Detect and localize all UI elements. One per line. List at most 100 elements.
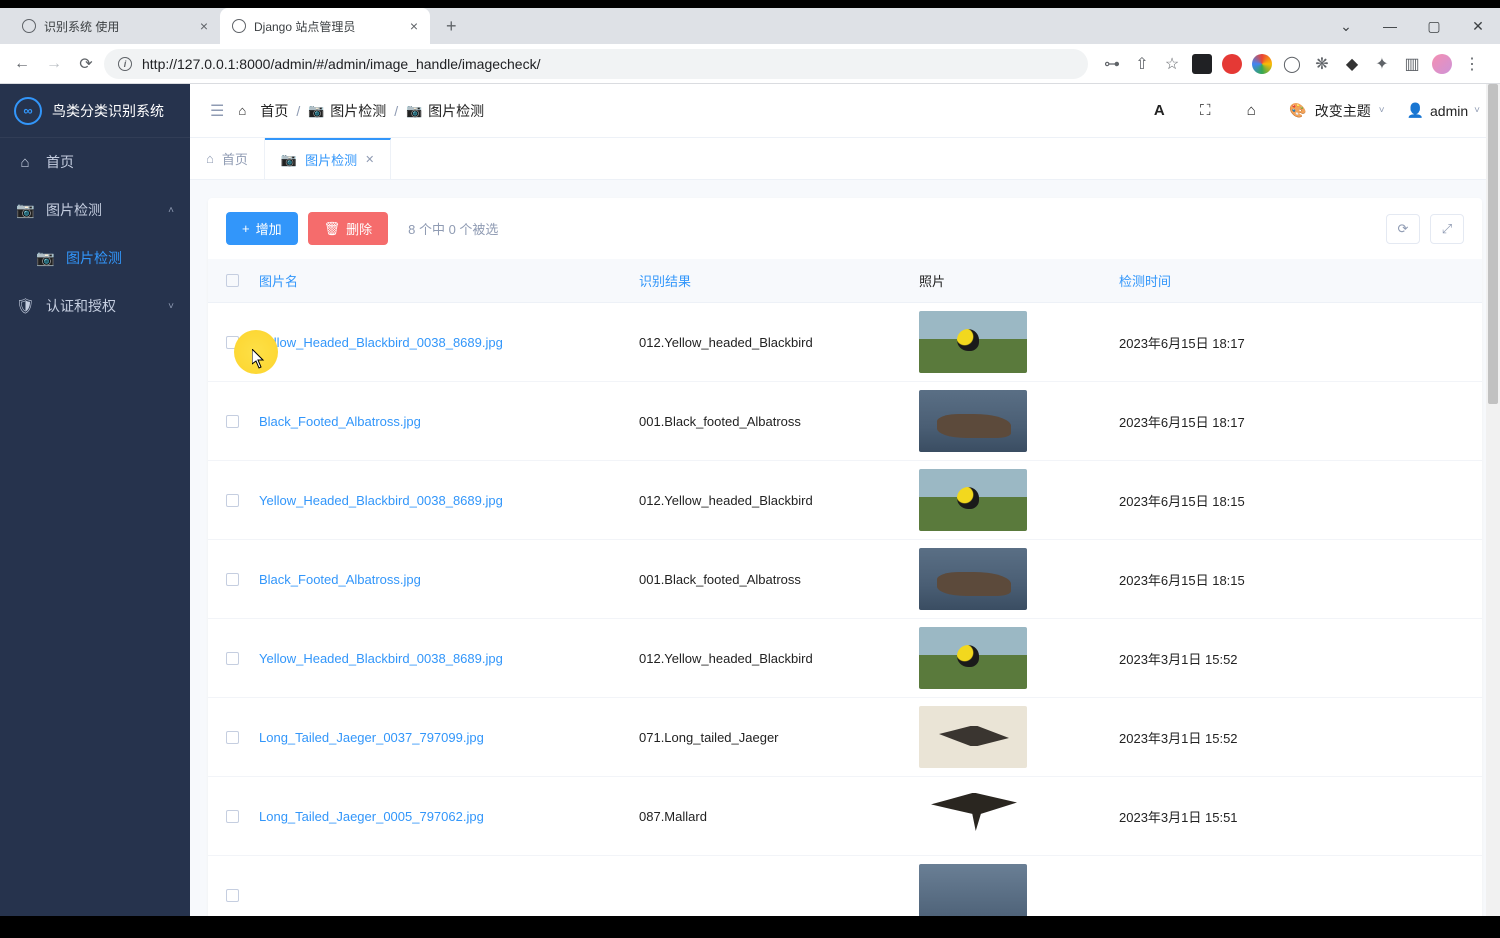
content-tab-image-detect[interactable]: 📷 图片检测 ✕ bbox=[265, 138, 391, 179]
user-avatar[interactable] bbox=[1432, 54, 1452, 74]
menu-toggle-icon[interactable]: ☰ bbox=[210, 101, 224, 121]
reload-icon[interactable]: ⟳ bbox=[72, 50, 100, 78]
checkbox-icon[interactable] bbox=[226, 731, 239, 744]
table-row: Yellow_Headed_Blackbird_0038_8689.jpg012… bbox=[208, 461, 1482, 540]
browser-menu-icon[interactable]: ⋮ bbox=[1462, 54, 1482, 74]
button-label: 增加 bbox=[256, 219, 282, 238]
thumbnail-image[interactable] bbox=[919, 469, 1027, 531]
back-icon[interactable]: ← bbox=[8, 50, 36, 78]
filename-link[interactable]: Black_Footed_Albatross.jpg bbox=[259, 572, 421, 587]
thumbnail-image[interactable] bbox=[919, 706, 1027, 768]
close-icon[interactable]: × bbox=[410, 18, 418, 34]
sidebar-item-image-detect[interactable]: 📷 图片检测 ˄ bbox=[0, 186, 190, 234]
filename-link[interactable]: Long_Tailed_Jaeger_0005_797062.jpg bbox=[259, 809, 484, 824]
checkbox-icon[interactable] bbox=[226, 652, 239, 665]
minimize-icon[interactable]: — bbox=[1368, 8, 1412, 44]
thumbnail-image[interactable] bbox=[919, 548, 1027, 610]
sidebar-subitem-image-detect[interactable]: 📷 图片检测 bbox=[20, 234, 190, 282]
row-checkbox-cell[interactable] bbox=[208, 698, 249, 777]
ext-icon-5[interactable]: ❋ bbox=[1312, 54, 1332, 74]
delete-button[interactable]: 🗑 删除 bbox=[308, 212, 389, 245]
camera-icon: 📷 bbox=[281, 152, 297, 168]
row-checkbox-cell[interactable] bbox=[208, 382, 249, 461]
sidebar-brand[interactable]: ∞ 鸟类分类识别系统 bbox=[0, 84, 190, 138]
maximize-icon[interactable]: ▢ bbox=[1412, 8, 1456, 44]
chevron-down-icon: ˅ bbox=[1474, 105, 1480, 116]
select-all-header[interactable] bbox=[208, 259, 249, 303]
checkbox-icon[interactable] bbox=[226, 889, 239, 902]
sidebar-item-auth[interactable]: 🛡 认证和授权 ˅ bbox=[0, 282, 190, 330]
font-size-icon[interactable]: A bbox=[1143, 95, 1175, 127]
close-icon[interactable]: × bbox=[200, 18, 208, 34]
filename-link[interactable]: Black_Footed_Albatross.jpg bbox=[259, 414, 421, 429]
column-filename[interactable]: 图片名 bbox=[249, 259, 629, 303]
fullscreen-icon[interactable]: ⛶ bbox=[1189, 95, 1221, 127]
ext-icon-3[interactable] bbox=[1252, 54, 1272, 74]
browser-tab-0[interactable]: 识别系统 使用 × bbox=[10, 8, 220, 44]
row-checkbox-cell[interactable] bbox=[208, 303, 249, 382]
checkbox-icon[interactable] bbox=[226, 494, 239, 507]
filename-link[interactable]: Long_Tailed_Jaeger_0037_797099.jpg bbox=[259, 730, 484, 745]
checkbox-icon[interactable] bbox=[226, 573, 239, 586]
breadcrumb-image-group[interactable]: 📷 图片检测 bbox=[308, 101, 386, 121]
shield-icon: 🛡 bbox=[16, 297, 34, 315]
thumbnail-image[interactable] bbox=[919, 627, 1027, 689]
filename-link[interactable]: Yellow_Headed_Blackbird_0038_8689.jpg bbox=[259, 335, 503, 350]
share-icon[interactable]: ⇧ bbox=[1132, 54, 1152, 74]
row-checkbox-cell[interactable] bbox=[208, 540, 249, 619]
topbar-home-icon[interactable]: ⌂ bbox=[1235, 95, 1267, 127]
ext-icon-6[interactable]: ◆ bbox=[1342, 54, 1362, 74]
content-tab-home[interactable]: ⌂ 首页 bbox=[190, 138, 265, 179]
column-result[interactable]: 识别结果 bbox=[629, 259, 909, 303]
forward-icon[interactable]: → bbox=[40, 50, 68, 78]
button-label: 删除 bbox=[346, 219, 372, 238]
trash-icon: 🗑 bbox=[324, 221, 341, 237]
tab-search-icon[interactable]: ⌄ bbox=[1324, 8, 1368, 44]
page-scrollbar-thumb[interactable] bbox=[1488, 84, 1498, 404]
address-bar[interactable]: i http://127.0.0.1:8000/admin/#/admin/im… bbox=[104, 49, 1088, 79]
app-root: ∞ 鸟类分类识别系统 ⌂ 首页 📷 图片检测 ˄ 📷 图片检测 🛡 认证和授权 … bbox=[0, 84, 1500, 938]
plus-icon: + bbox=[242, 221, 250, 236]
cell-photo bbox=[909, 461, 1109, 540]
ext-icon-2[interactable] bbox=[1222, 54, 1242, 74]
theme-switcher[interactable]: 🎨 改变主题 ˅ bbox=[1281, 101, 1392, 121]
refresh-button[interactable]: ⟳ bbox=[1386, 214, 1420, 244]
sidebar-item-home[interactable]: ⌂ 首页 bbox=[0, 138, 190, 186]
column-time[interactable]: 检测时间 bbox=[1109, 259, 1482, 303]
close-window-icon[interactable]: ✕ bbox=[1456, 8, 1500, 44]
ext-icon-1[interactable] bbox=[1192, 54, 1212, 74]
camera-icon: 📷 bbox=[36, 249, 54, 267]
site-info-icon[interactable]: i bbox=[118, 57, 132, 71]
browser-tab-1[interactable]: Django 站点管理员 × bbox=[220, 8, 430, 44]
bookmark-star-icon[interactable]: ☆ bbox=[1162, 54, 1182, 74]
checkbox-icon[interactable] bbox=[226, 336, 239, 349]
browser-top-border bbox=[0, 0, 1500, 8]
filename-link[interactable]: Yellow_Headed_Blackbird_0038_8689.jpg bbox=[259, 493, 503, 508]
add-button[interactable]: + 增加 bbox=[226, 212, 298, 245]
breadcrumb-sep: / bbox=[394, 103, 398, 119]
user-menu[interactable]: 👤 admin ˅ bbox=[1407, 102, 1480, 119]
side-panel-icon[interactable]: ▥ bbox=[1402, 54, 1422, 74]
checkbox-icon[interactable] bbox=[226, 415, 239, 428]
row-checkbox-cell[interactable] bbox=[208, 777, 249, 856]
cell-filename: Black_Footed_Albatross.jpg bbox=[249, 540, 629, 619]
cell-time: 2023年3月1日 15:51 bbox=[1109, 777, 1482, 856]
row-checkbox-cell[interactable] bbox=[208, 619, 249, 698]
checkbox-icon[interactable] bbox=[226, 810, 239, 823]
checkbox-icon[interactable] bbox=[226, 274, 239, 287]
breadcrumb-home[interactable]: ⌂ 首页 bbox=[238, 101, 288, 121]
ext-icon-4[interactable]: ◯ bbox=[1282, 54, 1302, 74]
extensions-puzzle-icon[interactable]: ✦ bbox=[1372, 54, 1392, 74]
filename-link[interactable]: Yellow_Headed_Blackbird_0038_8689.jpg bbox=[259, 651, 503, 666]
content-area[interactable]: + 增加 🗑 删除 8 个中 0 个被选 ⟳ ⤢ bbox=[190, 180, 1500, 938]
thumbnail-image[interactable] bbox=[919, 311, 1027, 373]
close-icon[interactable]: ✕ bbox=[365, 153, 374, 166]
user-name: admin bbox=[1430, 103, 1468, 119]
new-tab-button[interactable]: + bbox=[438, 16, 465, 37]
row-checkbox-cell[interactable] bbox=[208, 461, 249, 540]
thumbnail-image[interactable] bbox=[919, 390, 1027, 452]
thumbnail-image[interactable] bbox=[919, 785, 1027, 847]
expand-button[interactable]: ⤢ bbox=[1430, 214, 1464, 244]
content-tab-label: 图片检测 bbox=[305, 150, 357, 169]
password-key-icon[interactable]: ⊶ bbox=[1102, 54, 1122, 74]
